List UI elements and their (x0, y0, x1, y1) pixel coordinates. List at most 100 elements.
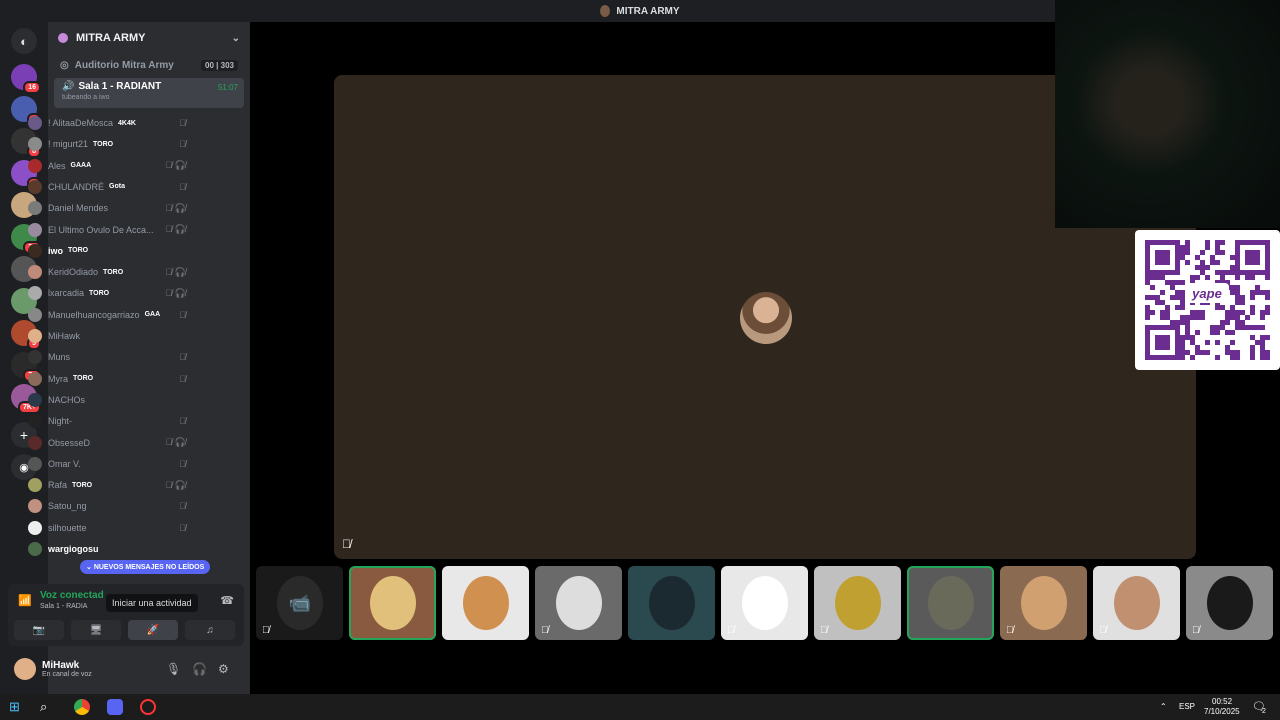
participant-tile[interactable]: 🎙̸ (1186, 566, 1273, 640)
gear-icon[interactable]: ⚙ (218, 662, 229, 676)
chevron-up-icon[interactable]: ⌃ (1160, 702, 1167, 711)
member-name: CHULANDRÉ (48, 181, 105, 192)
camera-stream[interactable] (1055, 0, 1280, 228)
voice-member[interactable]: ! AlitaaDeMosca 4K4K 🎙̸ (28, 113, 194, 133)
member-tag: TORO (103, 268, 124, 276)
member-name: El Ultimo Ovulo De Acca... (48, 224, 154, 235)
voice-member[interactable]: ObsesseD 🎙̸ 🎧̸ (28, 433, 194, 453)
server-icon[interactable]: 16 (11, 64, 41, 94)
participant-tile[interactable] (907, 566, 994, 640)
voice-member[interactable]: lxarcadia TORO 🎙̸ 🎧̸ (28, 283, 194, 303)
user-name[interactable]: MiHawk (42, 660, 92, 671)
voice-member[interactable]: silhouette 🎙̸ (28, 518, 194, 538)
clock-date[interactable]: 7/10/2025 (1204, 707, 1240, 716)
member-name: Rafa (48, 480, 68, 491)
participant-tile[interactable] (442, 566, 529, 640)
member-name: ObsesseD (48, 437, 91, 448)
member-name: ! migurt21 (48, 139, 89, 150)
muted-icon: 🎙̸ (179, 501, 186, 512)
participant-tile[interactable] (628, 566, 715, 640)
member-tag: TORO (73, 375, 94, 383)
avatar (28, 116, 42, 130)
chrome-icon[interactable] (74, 699, 90, 715)
app-taskbar-icon[interactable] (140, 699, 156, 715)
connection-status[interactable]: Voz conectad (40, 590, 104, 601)
camera-button[interactable]: 📷 (14, 620, 64, 640)
activity-button[interactable]: 🚀 (128, 620, 178, 640)
participant-tile[interactable]: 🎙̸ (535, 566, 622, 640)
voice-member[interactable]: MiHawk (28, 326, 194, 346)
avatar (649, 576, 695, 630)
member-tag: GAA (144, 311, 161, 319)
muted-icon: 🎙̸ (179, 309, 186, 320)
microphone-icon[interactable]: 🎙 (166, 662, 181, 676)
voice-channel-selected[interactable]: 🔊 Sala 1 - RADIANT tubeando a iwo 51:07 (54, 78, 244, 108)
participant-tile[interactable]: 📹 🎙̸ (256, 566, 343, 640)
voice-member[interactable]: Night- 🎙̸ (28, 411, 194, 431)
participant-tile[interactable]: 🎙̸ (721, 566, 808, 640)
language-indicator[interactable]: ESP (1179, 702, 1195, 711)
stage-count-b: 303 (220, 60, 234, 70)
member-name: Ales (48, 160, 66, 171)
screen-share-button[interactable]: 🖥 (71, 620, 121, 640)
member-name: Manuelhuancogarriazo (48, 309, 140, 320)
participant-tile[interactable] (349, 566, 436, 640)
clock-time[interactable]: 00:52 (1212, 697, 1232, 706)
voice-member[interactable]: NACHOs (28, 390, 194, 410)
stage-channel[interactable]: ◎ Auditorio Mitra Army 00 | 303 (48, 54, 250, 76)
voice-member[interactable]: ! migurt21 TORO 🎙̸ (28, 134, 194, 154)
voice-member[interactable]: El Ultimo Ovulo De Acca... 🎙̸ 🎧̸ (28, 220, 194, 240)
muted-icon: 🎙̸ (179, 181, 186, 192)
connection-channel[interactable]: Sala 1 - RADIA (40, 603, 87, 610)
muted-icon: 🎙̸ 🎧̸ (165, 160, 186, 171)
avatar[interactable] (14, 658, 36, 680)
voice-member[interactable]: Rafa TORO 🎙̸ 🎧̸ (28, 475, 194, 495)
participant-tile[interactable]: 🎙̸ (1000, 566, 1087, 640)
voice-member[interactable]: CHULANDRÉ Gota 🎙̸ (28, 177, 194, 197)
avatar (28, 286, 42, 301)
voice-member[interactable]: Daniel Mendes 🎙̸ 🎧̸ (28, 198, 194, 218)
headphones-icon[interactable]: 🎧 (192, 662, 207, 676)
windows-start-icon[interactable]: ⊞ (9, 699, 25, 715)
soundboard-button[interactable]: ♫ (185, 620, 235, 640)
voice-member[interactable]: Muns 🎙̸ (28, 347, 194, 367)
member-name: Muns (48, 352, 71, 363)
rocket-icon: 🚀 (146, 624, 160, 636)
camera-off-icon: 📷 (32, 624, 46, 636)
participant-tile[interactable]: 🎙̸ (814, 566, 901, 640)
mention-badge: 16 (23, 81, 41, 94)
avatar (28, 478, 42, 493)
signal-icon[interactable]: 📶 (18, 594, 32, 607)
avatar (28, 137, 42, 152)
muted-icon: 🎙̸ (179, 139, 186, 150)
muted-icon: 🎙̸ (179, 352, 186, 363)
disconnect-icon[interactable]: ☎ (220, 594, 234, 607)
muted-icon: 🎙̸ 🎧̸ (165, 437, 186, 447)
mic-muted-icon: 🎙̸ (1192, 625, 1200, 636)
voice-member[interactable]: Omar V. 🎙̸ (28, 454, 194, 474)
voice-member[interactable]: Ales GAAA 🎙̸ 🎧̸ (28, 156, 194, 176)
discord-taskbar-icon[interactable] (107, 699, 123, 715)
guild-header[interactable]: MITRA ARMY ⌄ (48, 22, 250, 54)
avatar (28, 392, 42, 407)
voice-member[interactable]: Satou_ng 🎙̸ (28, 496, 194, 516)
voice-member[interactable]: wargiogosu (28, 539, 194, 559)
discord-home-icon[interactable]: ◐ (11, 28, 37, 54)
voice-member[interactable]: iwo TORO (28, 241, 194, 261)
member-name: MiHawk (48, 331, 81, 341)
voice-member[interactable]: Manuelhuancogarriazo GAA 🎙̸ (28, 305, 194, 325)
search-icon[interactable]: ⌕ (40, 699, 56, 715)
screen-share-icon: 🖥 (89, 624, 103, 636)
voice-channel-timer: 51:07 (217, 83, 238, 92)
unread-messages-pill[interactable]: ⌄ NUEVOS MENSAJES NO LEÍDOS (80, 560, 211, 574)
avatar (1021, 576, 1067, 630)
muted-icon: 🎙̸ 🎧̸ (165, 224, 186, 234)
avatar (28, 222, 42, 237)
participant-tile[interactable]: 🎙̸ (1093, 566, 1180, 640)
avatar (28, 179, 42, 194)
muted-icon: 🎙̸ 🎧̸ (165, 479, 186, 490)
member-tag: GAAA (70, 162, 92, 170)
voice-member[interactable]: KeridOdiado TORO 🎙̸ 🎧̸ (28, 262, 194, 282)
tooltip: Iniciar una actividad (106, 594, 198, 612)
voice-member[interactable]: Myra TORO 🎙̸ (28, 369, 194, 389)
